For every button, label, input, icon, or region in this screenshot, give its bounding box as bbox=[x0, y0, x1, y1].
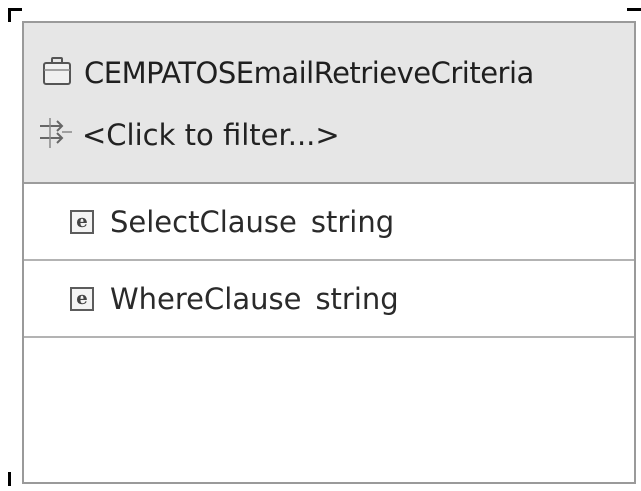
corner-mark-bottom-left-v bbox=[8, 472, 11, 486]
business-object-title: CEMPATOSEmailRetrieveCriteria bbox=[84, 56, 534, 90]
element-icon: e bbox=[70, 286, 94, 311]
field-row-selectclause[interactable]: e SelectClause string bbox=[24, 184, 634, 261]
briefcase-icon bbox=[42, 56, 72, 90]
corner-mark-top-right-h bbox=[627, 8, 641, 11]
field-type: string bbox=[315, 281, 399, 316]
filter-icon bbox=[38, 116, 74, 154]
corner-mark-top-left-v bbox=[8, 8, 11, 22]
field-name: SelectClause bbox=[110, 204, 297, 239]
field-name: WhereClause bbox=[110, 281, 302, 316]
business-object-panel: CEMPATOSEmailRetrieveCriteria <Click to … bbox=[22, 21, 636, 484]
element-icon: e bbox=[70, 209, 94, 234]
filter-placeholder: <Click to filter...> bbox=[82, 118, 340, 152]
filter-field[interactable]: <Click to filter...> bbox=[38, 115, 340, 155]
field-type: string bbox=[310, 204, 395, 239]
business-object-title-row[interactable]: CEMPATOSEmailRetrieveCriteria bbox=[42, 53, 534, 93]
field-row-whereclause[interactable]: e WhereClause string bbox=[24, 261, 634, 338]
business-object-header: CEMPATOSEmailRetrieveCriteria <Click to … bbox=[24, 23, 634, 184]
